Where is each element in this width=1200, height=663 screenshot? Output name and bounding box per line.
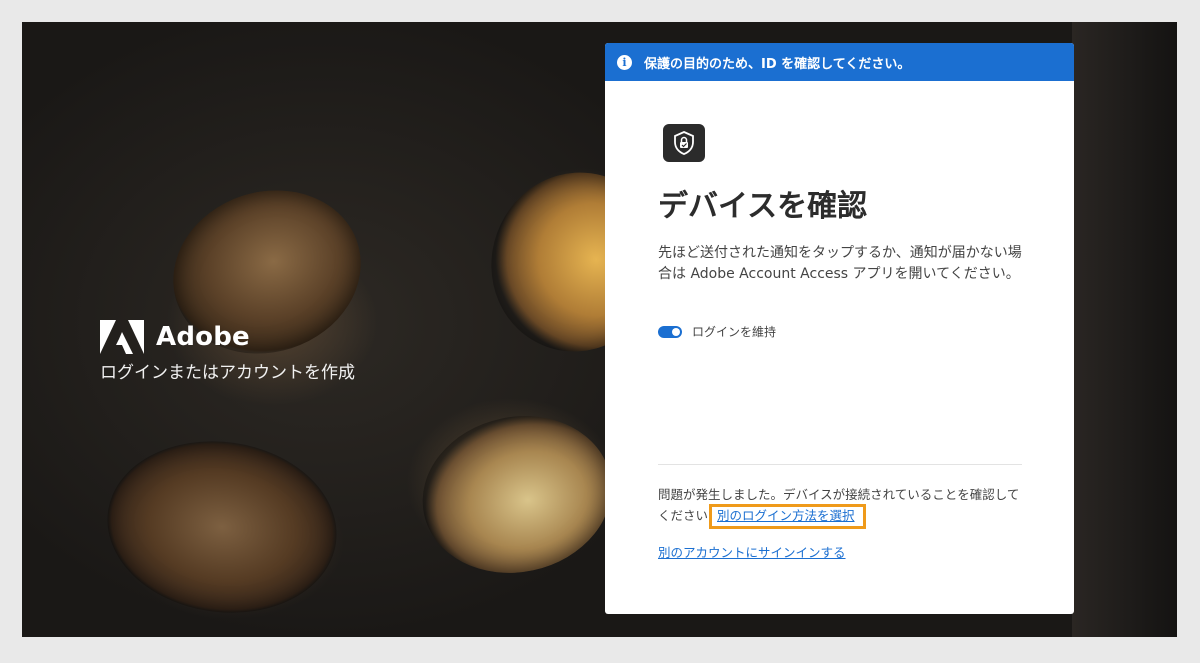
highlight-box: 別のログイン方法を選択 xyxy=(709,504,866,529)
brand-tagline: ログインまたはアカウントを作成 xyxy=(100,363,355,383)
keep-signed-in-toggle[interactable] xyxy=(658,325,682,338)
shield-lock-icon xyxy=(663,124,705,162)
keep-signed-in-row[interactable]: ログインを維持 xyxy=(658,323,776,340)
brand-block: Adobe ログインまたはアカウントを作成 xyxy=(100,320,355,383)
adobe-logo-icon xyxy=(100,320,144,354)
trouble-block: 問題が発生しました。デバイスが接続されていることを確認してください 別のログイン方… xyxy=(658,486,1023,529)
other-account-link[interactable]: 別のアカウントにサインインする xyxy=(658,542,846,561)
page-title: デバイスを確認 xyxy=(658,189,868,224)
banner-text: 保護の目的のため、ID を確認してください。 xyxy=(644,56,911,72)
info-icon: i xyxy=(617,54,632,70)
shield-icon xyxy=(674,131,694,155)
choose-other-method-link[interactable]: 別のログイン方法を選択 xyxy=(717,508,855,523)
background-tart xyxy=(407,398,627,591)
security-banner: i 保護の目的のため、ID を確認してください。 xyxy=(605,43,1074,81)
verify-device-card: i 保護の目的のため、ID を確認してください。 デバイスを確認 先ほど送付され… xyxy=(605,43,1074,614)
brand-row: Adobe xyxy=(100,320,355,354)
brand-name: Adobe xyxy=(156,322,250,352)
divider xyxy=(658,464,1022,465)
instruction-text: 先ほど送付された通知をタップするか、通知が届かない場合は Adobe Accou… xyxy=(658,245,1022,282)
background-tart xyxy=(96,426,348,628)
background-edge xyxy=(1072,22,1177,637)
keep-signed-in-label: ログインを維持 xyxy=(692,325,777,339)
